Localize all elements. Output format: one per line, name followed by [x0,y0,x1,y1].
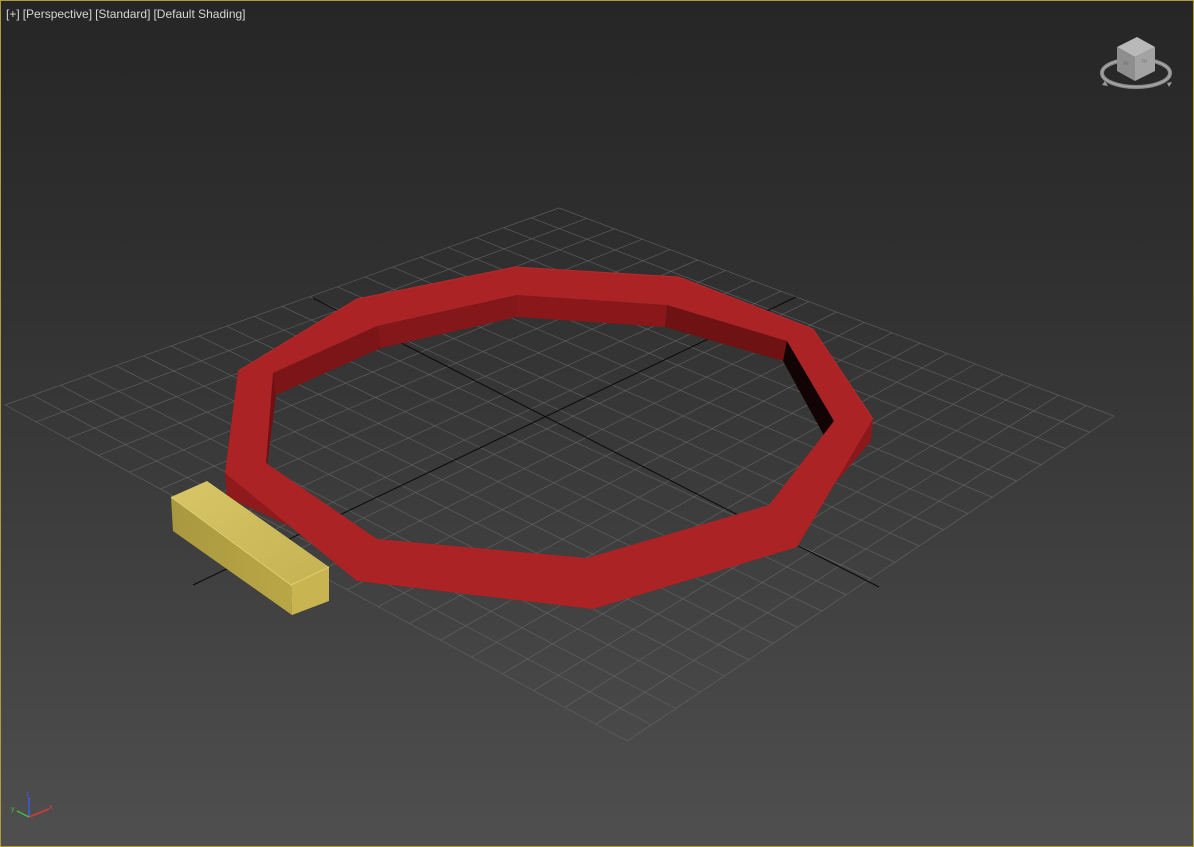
perspective-viewport[interactable]: [+] [Perspective] [Standard] [Default Shadi… [0,0,1194,847]
viewport-view-menu[interactable]: [Perspective] [23,7,92,21]
viewport-standard-menu[interactable]: [Standard] [95,7,150,21]
axis-tripod-icon: z x y [11,791,53,818]
svg-text:Rt: Rt [1142,59,1148,65]
viewport-label-menu: [+] [Perspective] [Standard] [Default Shadi… [6,7,249,21]
decagon-ring[interactable] [225,266,874,609]
viewcube-icon[interactable]: Fr Rt [1099,33,1175,95]
viewport-plus-menu[interactable]: [+] [6,7,20,21]
scene-canvas[interactable] [1,1,1194,847]
viewport-shading-menu[interactable]: [Default Shading] [153,7,245,21]
axis-label-y: y [11,806,15,813]
svg-text:Fr: Fr [1124,61,1129,67]
axis-label-z: z [26,791,30,798]
axis-label-x: x [49,804,53,811]
